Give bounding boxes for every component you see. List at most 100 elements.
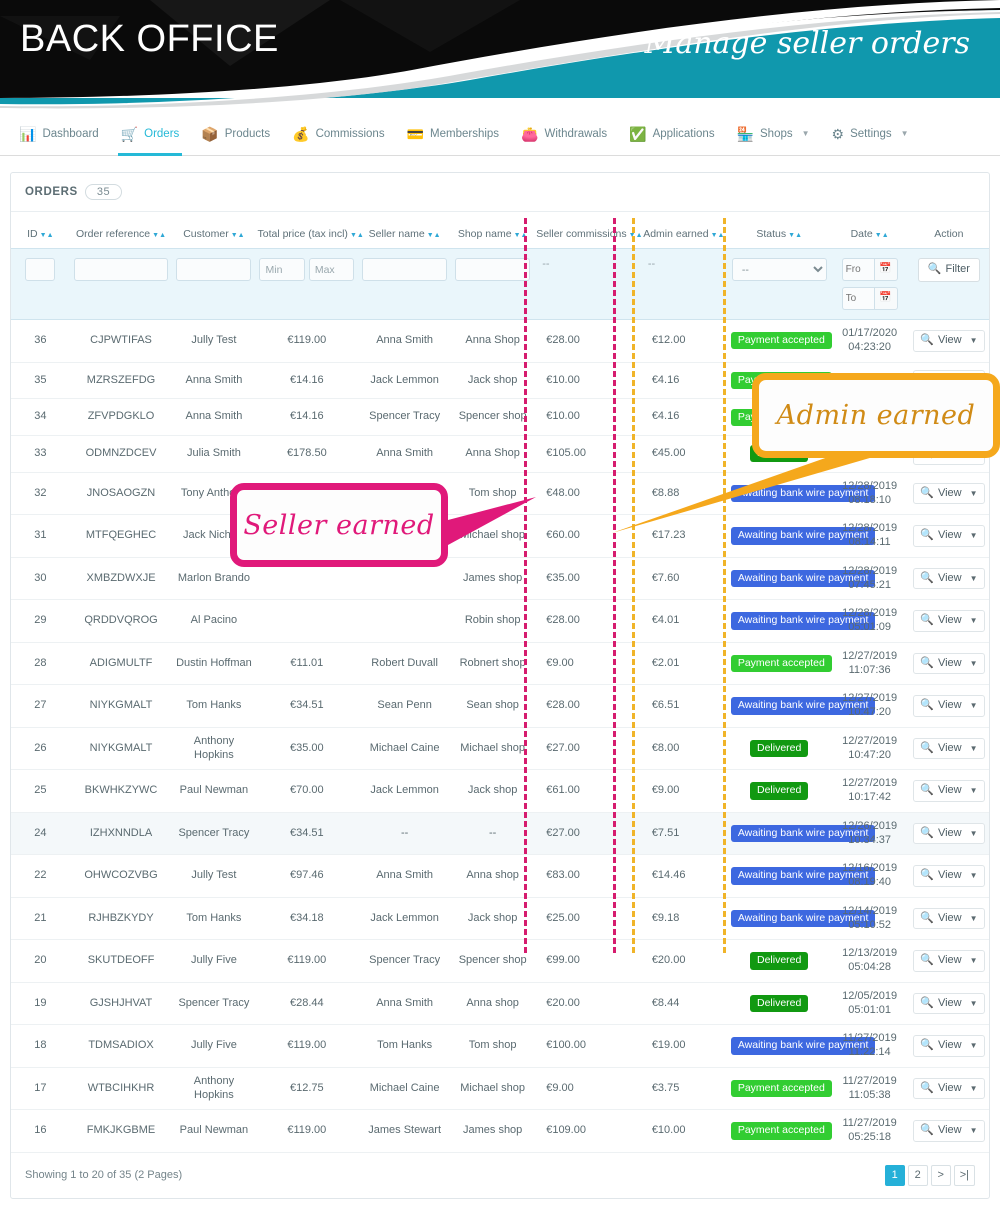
cell-action[interactable]: 🔍View▼: [909, 1025, 989, 1068]
sort-desc-icon[interactable]: ▼: [629, 232, 636, 239]
table-row[interactable]: 35MZRSZEFDGAnna Smith€14.16Jack LemmonJa…: [11, 362, 989, 399]
filter-cell-shop-name[interactable]: [451, 249, 534, 320]
chevron-down-icon[interactable]: ▼: [970, 574, 978, 584]
sort-desc-icon[interactable]: ▼: [875, 232, 882, 239]
table-row[interactable]: 32JNOSAOGZNTony Anthony€56.88Tom HanksTo…: [11, 472, 989, 515]
view-button[interactable]: 🔍View▼: [913, 610, 984, 632]
table-row[interactable]: 25BKWHKZYWCPaul Newman€70.00Jack LemmonJ…: [11, 770, 989, 813]
chevron-down-icon[interactable]: ▼: [970, 1126, 978, 1136]
cell-shop-name[interactable]: Michael shop: [451, 515, 534, 558]
filter-cell-seller-name[interactable]: [358, 249, 451, 320]
sort-arrows[interactable]: ▼▲: [427, 228, 441, 240]
cell-seller-name[interactable]: Jack Lemmon: [358, 362, 451, 399]
column-header-id[interactable]: ID▼▲: [11, 212, 70, 249]
table-row[interactable]: 18TDMSADIOXJully Five€119.00Tom HanksTom…: [11, 1025, 989, 1068]
filter-button[interactable]: 🔍 Filter: [918, 258, 980, 282]
pagination-button[interactable]: 1: [885, 1165, 905, 1186]
cell-action[interactable]: 🔍View▼: [909, 362, 989, 399]
cell-customer[interactable]: Al Pacino: [172, 600, 255, 643]
cell-seller-name[interactable]: Sean Penn: [358, 685, 451, 728]
cell-customer[interactable]: Anna Smith: [172, 362, 255, 399]
cell-customer[interactable]: Anthony Hopkins: [172, 1067, 255, 1110]
view-button[interactable]: 🔍View▼: [913, 525, 984, 547]
column-header-seller_name[interactable]: Seller name▼▲: [358, 212, 451, 249]
nav-item-shops[interactable]: 🏪Shops▼: [726, 112, 821, 156]
view-button[interactable]: 🔍View▼: [913, 780, 984, 802]
nav-item-memberships[interactable]: 💳Memberships: [396, 112, 510, 156]
cell-customer[interactable]: Jully Test: [172, 855, 255, 898]
cell-action[interactable]: 🔍View▼: [909, 1110, 989, 1152]
column-header-status[interactable]: Status▼▲: [728, 212, 831, 249]
cell-seller-name[interactable]: Spencer Tracy: [358, 940, 451, 983]
chevron-down-icon[interactable]: ▼: [970, 616, 978, 626]
cell-seller-name[interactable]: [358, 600, 451, 643]
pagination-button[interactable]: 2: [908, 1165, 928, 1186]
cell-customer[interactable]: Spencer Tracy: [172, 812, 255, 855]
table-row[interactable]: 33ODMNZDCEVJulia Smith€178.50Anna SmithA…: [11, 436, 989, 473]
chevron-down-icon[interactable]: ▼: [970, 999, 978, 1009]
cell-shop-name[interactable]: Robnert shop: [451, 642, 534, 685]
view-button[interactable]: 🔍View▼: [913, 823, 984, 845]
chevron-down-icon[interactable]: ▼: [970, 336, 978, 346]
cell-customer[interactable]: Marlon Brando: [172, 557, 255, 600]
cell-shop-name[interactable]: Michael shop: [451, 1067, 534, 1110]
cell-seller-name[interactable]: [358, 515, 451, 558]
table-row[interactable]: 16FMKJKGBMEPaul Newman€119.00James Stewa…: [11, 1110, 989, 1152]
cell-shop-name[interactable]: James shop: [451, 1110, 534, 1152]
cell-action[interactable]: 🔍View▼: [909, 600, 989, 643]
cell-customer[interactable]: Jully Test: [172, 320, 255, 363]
sort-asc-icon[interactable]: ▲: [434, 232, 441, 239]
cell-seller-name[interactable]: Spencer Tracy: [358, 399, 451, 436]
filter-status-select[interactable]: --: [732, 258, 827, 281]
chevron-down-icon[interactable]: ▼: [970, 701, 978, 711]
cell-shop-name[interactable]: Robin shop: [451, 600, 534, 643]
cell-action[interactable]: 🔍View▼: [909, 897, 989, 940]
cell-shop-name[interactable]: Jack shop: [451, 770, 534, 813]
filter-cell-action[interactable]: 🔍 Filter: [909, 249, 989, 320]
filter-cell-status[interactable]: --: [728, 249, 831, 320]
table-row[interactable]: 24IZHXNNDLASpencer Tracy€34.51----€27.00…: [11, 812, 989, 855]
chevron-down-icon[interactable]: ▼: [970, 449, 978, 459]
cell-seller-name[interactable]: Anna Smith: [358, 855, 451, 898]
filter-price-max-input[interactable]: [309, 258, 354, 281]
cell-shop-name[interactable]: Anna shop: [451, 855, 534, 898]
filter-order-reference-input[interactable]: [74, 258, 169, 281]
table-row[interactable]: 22OHWCOZVBGJully Test€97.46Anna SmithAnn…: [11, 855, 989, 898]
cell-shop-name[interactable]: Michael shop: [451, 727, 534, 770]
cell-action[interactable]: 🔍View▼: [909, 812, 989, 855]
cell-shop-name[interactable]: Jack shop: [451, 897, 534, 940]
table-row[interactable]: 19GJSHJHVATSpencer Tracy€28.44Anna Smith…: [11, 982, 989, 1025]
cell-shop-name[interactable]: Spencer shop: [451, 399, 534, 436]
filter-date-to-input[interactable]: [842, 287, 874, 310]
cell-seller-name[interactable]: James Stewart: [358, 1110, 451, 1152]
column-header-date[interactable]: Date▼▲: [831, 212, 909, 249]
column-header-total_price[interactable]: Total price (tax incl)▼▲: [255, 212, 358, 249]
cell-customer[interactable]: Tom Hanks: [172, 897, 255, 940]
chevron-down-icon[interactable]: ▼: [970, 659, 978, 669]
sort-asc-icon[interactable]: ▲: [47, 232, 54, 239]
nav-item-products[interactable]: 📦Products: [190, 112, 281, 156]
sort-arrows[interactable]: ▼▲: [152, 228, 166, 240]
sort-desc-icon[interactable]: ▼: [350, 232, 357, 239]
chevron-down-icon[interactable]: ▼: [970, 956, 978, 966]
chevron-down-icon[interactable]: ▼: [970, 412, 978, 422]
cell-seller-name[interactable]: Anna Smith: [358, 320, 451, 363]
filter-shop-name-input[interactable]: [455, 258, 530, 281]
cell-customer[interactable]: Jack Nichols: [172, 515, 255, 558]
cell-seller-name[interactable]: Anna Smith: [358, 436, 451, 473]
view-button[interactable]: 🔍View▼: [913, 738, 984, 760]
filter-date-to[interactable]: 📅: [842, 287, 898, 310]
filter-cell-id[interactable]: [11, 249, 70, 320]
table-row[interactable]: 30XMBZDWXJEMarlon BrandoJames shop€35.00…: [11, 557, 989, 600]
cell-customer[interactable]: Jully Five: [172, 1025, 255, 1068]
cell-seller-name[interactable]: Tom Hanks: [358, 472, 451, 515]
cell-action[interactable]: 🔍View▼: [909, 642, 989, 685]
table-row[interactable]: 26NIYKGMALTAnthony Hopkins€35.00Michael …: [11, 727, 989, 770]
filter-cell-total-price[interactable]: [255, 249, 358, 320]
column-header-admin_earned[interactable]: Admin earned▼▲: [640, 212, 728, 249]
cell-seller-name[interactable]: Jack Lemmon: [358, 770, 451, 813]
cell-shop-name[interactable]: Spencer shop: [451, 940, 534, 983]
sort-desc-icon[interactable]: ▼: [711, 232, 718, 239]
cell-customer[interactable]: Jully Five: [172, 940, 255, 983]
table-row[interactable]: 21RJHBZKYDYTom Hanks€34.18Jack LemmonJac…: [11, 897, 989, 940]
